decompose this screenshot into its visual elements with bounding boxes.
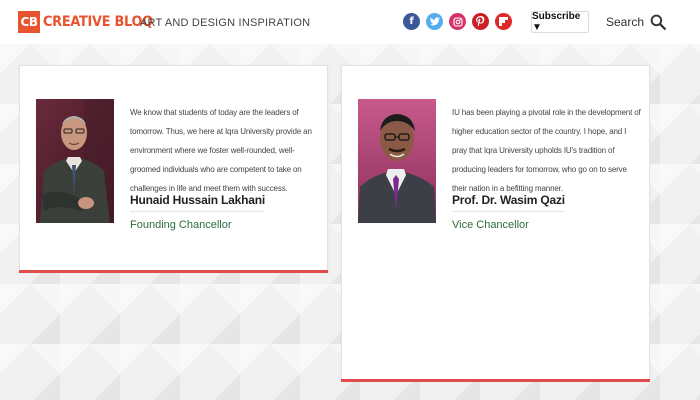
leader-title: Vice Chancellor xyxy=(452,219,529,231)
pinterest-glyph xyxy=(476,16,485,27)
card-accent-line xyxy=(341,379,650,382)
leader-quote: IU has been playing a pivotal role in th… xyxy=(452,108,641,193)
leader-name: Prof. Dr. Wasim Qazi xyxy=(452,193,565,212)
twitter-bird-glyph xyxy=(429,17,440,26)
facebook-icon[interactable]: f xyxy=(403,13,420,30)
search-label: Search xyxy=(606,15,645,29)
leader-name: Hunaid Hussain Lakhani xyxy=(130,193,265,212)
vice-chancellor-photo xyxy=(358,99,436,223)
chancellor-photo xyxy=(36,99,114,223)
flipboard-glyph xyxy=(499,17,508,26)
logo-text: CREATIVE BLOQ xyxy=(43,14,153,30)
instagram-icon[interactable] xyxy=(449,13,466,30)
leader-card: IU has been playing a pivotal role in th… xyxy=(341,65,650,382)
logo-badge: CB xyxy=(18,11,40,33)
twitter-icon[interactable] xyxy=(426,13,443,30)
leader-quote: We know that students of today are the l… xyxy=(130,108,312,193)
search-icon xyxy=(650,14,666,30)
portrait-image xyxy=(358,99,436,223)
leader-card: We know that students of today are the l… xyxy=(19,65,328,273)
pinterest-icon[interactable] xyxy=(472,13,489,30)
flipboard-icon[interactable] xyxy=(495,13,512,30)
social-links: f xyxy=(403,13,512,30)
instagram-glyph xyxy=(452,16,463,27)
card-accent-line xyxy=(19,270,328,273)
leader-title: Founding Chancellor xyxy=(130,219,232,231)
search-button[interactable]: Search xyxy=(606,14,666,30)
subscribe-dropdown[interactable]: Subscribe ▼ xyxy=(531,11,589,33)
site-tagline: ART AND DESIGN INSPIRATION xyxy=(140,17,311,29)
site-header: CB CREATIVE BLOQ ART AND DESIGN INSPIRAT… xyxy=(0,0,700,44)
portrait-image xyxy=(36,99,114,223)
